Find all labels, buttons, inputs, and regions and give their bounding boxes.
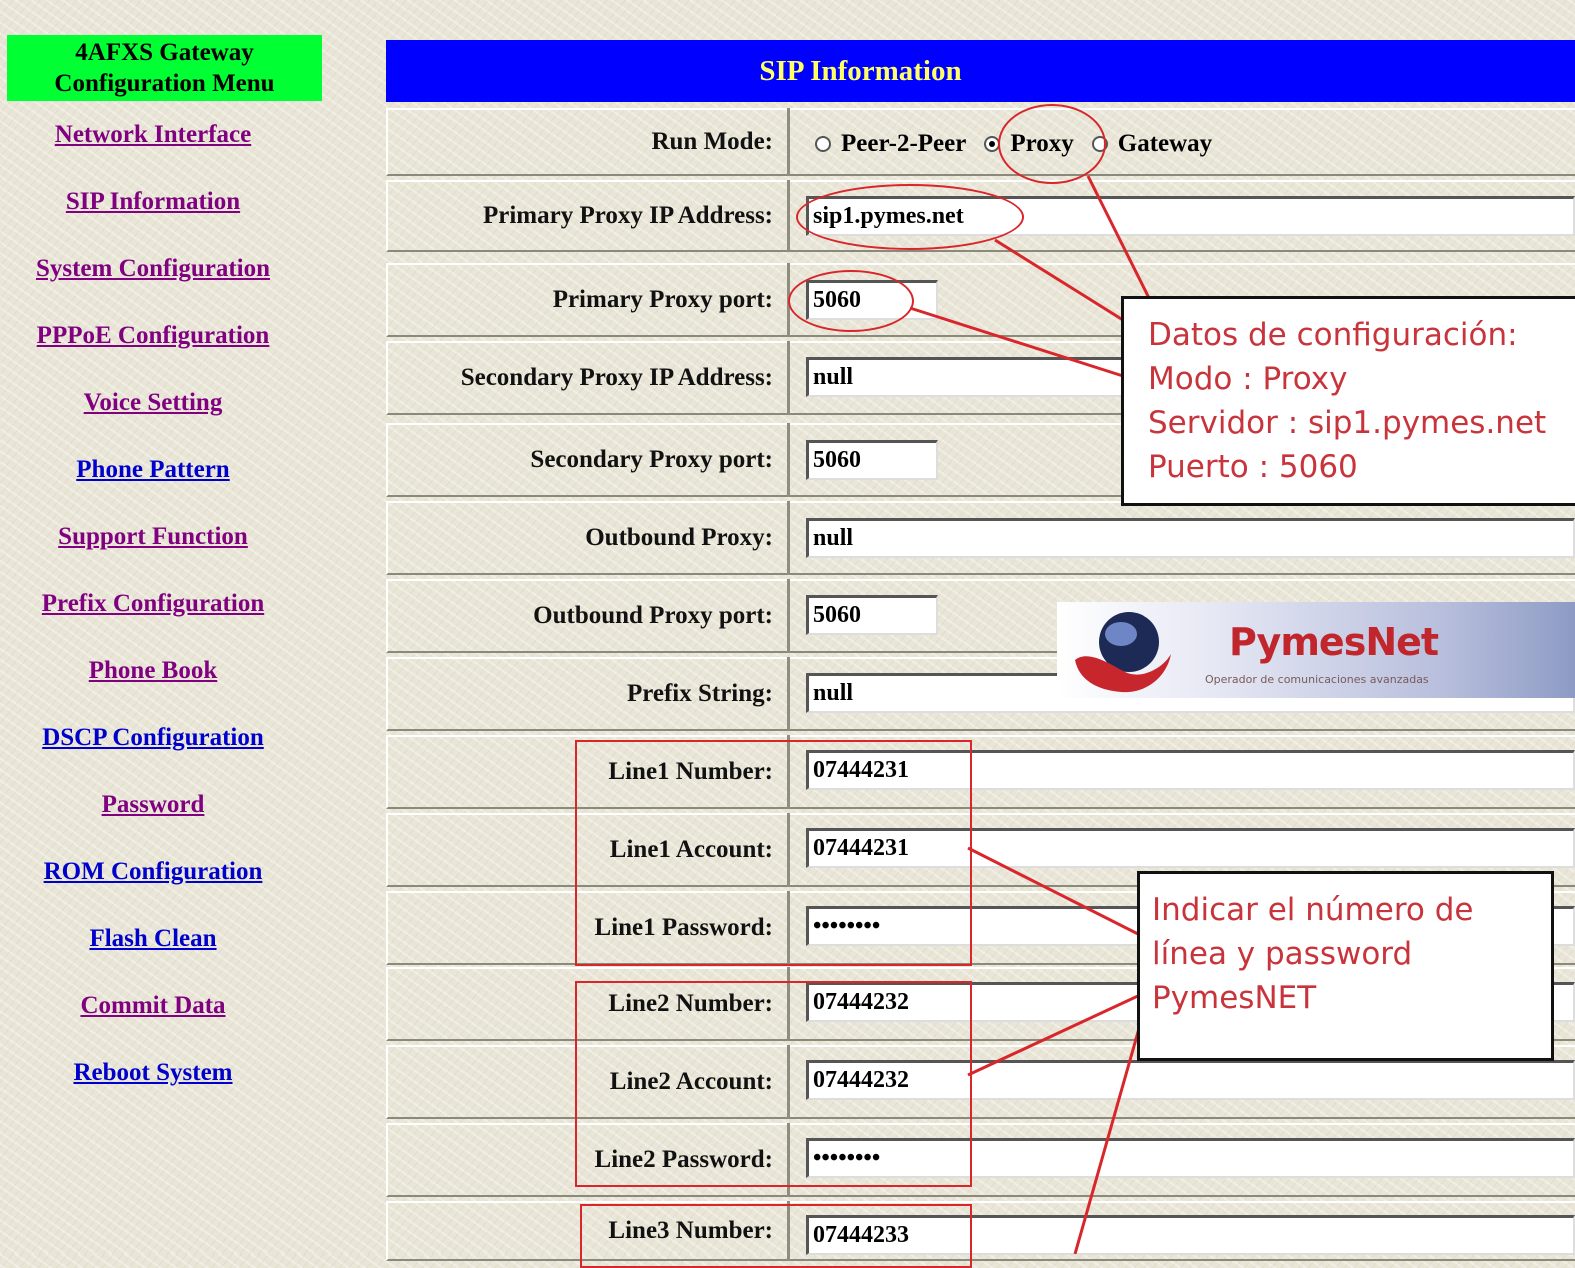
sidebar-item-password[interactable]: Password: [7, 791, 299, 819]
note-line: Modo : Proxy: [1148, 361, 1348, 397]
outbound-proxy-input[interactable]: null: [806, 518, 1575, 558]
radio-unchecked-icon[interactable]: [815, 136, 831, 152]
primary-proxy-port-label: Primary Proxy port:: [386, 263, 790, 337]
run-mode-radio-group: Peer-2-Peer Proxy Gateway: [815, 122, 1230, 166]
run-mode-option-label: Gateway: [1117, 130, 1213, 157]
primary-proxy-ip-input[interactable]: sip1.pymes.net: [806, 196, 1575, 236]
run-mode-proxy-radio[interactable]: Proxy: [984, 130, 1074, 158]
outbound-proxy-port-input[interactable]: 5060: [806, 595, 938, 635]
line-credentials-note: Indicar el número de línea y password Py…: [1137, 871, 1554, 1061]
radio-unchecked-icon[interactable]: [1091, 136, 1108, 152]
prefix-string-label: Prefix String:: [386, 657, 790, 731]
secondary-proxy-port-label: Secondary Proxy port:: [386, 423, 790, 497]
secondary-proxy-port-input[interactable]: 5060: [806, 440, 938, 480]
note-line: Puerto : 5060: [1148, 449, 1358, 485]
secondary-proxy-ip-label: Secondary Proxy IP Address:: [386, 341, 790, 415]
line2-account-input[interactable]: 07444232: [806, 1060, 1575, 1100]
run-mode-option-label: Peer-2-Peer: [841, 130, 967, 157]
line1-account-label: Line1 Account:: [386, 813, 790, 887]
logo-name: PymesNet: [1229, 620, 1439, 664]
line2-number-label: Line2 Number:: [386, 967, 790, 1041]
menu-header: 4AFXS Gateway Configuration Menu: [7, 35, 322, 101]
run-mode-label: Run Mode:: [386, 108, 790, 176]
sidebar-item-rom-configuration[interactable]: ROM Configuration: [7, 858, 299, 886]
line1-password-label: Line1 Password:: [386, 891, 790, 965]
page-title-text: SIP Information: [759, 54, 962, 87]
run-mode-option-label: Proxy: [1010, 130, 1074, 157]
logo-tagline: Operador de comunicaciones avanzadas: [1205, 673, 1429, 686]
note-line: línea y password: [1152, 936, 1413, 972]
sidebar-item-dscp-configuration[interactable]: DSCP Configuration: [7, 724, 299, 752]
sidebar-item-support-function[interactable]: Support Function: [7, 523, 299, 551]
line2-password-label: Line2 Password:: [386, 1123, 790, 1197]
line2-password-input[interactable]: ••••••••: [806, 1138, 1575, 1178]
note-line: Indicar el número de: [1152, 892, 1474, 928]
pymesnet-logo: PymesNet Operador de comunicaciones avan…: [1057, 602, 1575, 698]
line3-number-label: Line3 Number:: [386, 1201, 790, 1261]
sidebar-item-commit-data[interactable]: Commit Data: [7, 992, 299, 1020]
primary-proxy-port-input[interactable]: 5060: [806, 280, 938, 320]
sidebar-item-pppoe-configuration[interactable]: PPPoE Configuration: [7, 322, 299, 350]
note-line: Servidor : sip1.pymes.net: [1148, 405, 1547, 441]
outbound-proxy-port-label: Outbound Proxy port:: [386, 579, 790, 653]
sidebar-item-reboot-system[interactable]: Reboot System: [7, 1059, 299, 1087]
sidebar-item-voice-setting[interactable]: Voice Setting: [7, 389, 299, 417]
run-mode-gateway-radio[interactable]: Gateway: [1091, 130, 1213, 158]
sidebar-item-network-interface[interactable]: Network Interface: [7, 121, 299, 149]
sidebar-item-prefix-configuration[interactable]: Prefix Configuration: [7, 590, 299, 618]
line3-number-input[interactable]: 07444233: [806, 1215, 1575, 1255]
note-line: PymesNET: [1152, 980, 1317, 1016]
globe-hand-icon: [1075, 612, 1171, 693]
line2-account-label: Line2 Account:: [386, 1045, 790, 1119]
config-note: Datos de configuración: Modo : Proxy Ser…: [1121, 296, 1575, 506]
outbound-proxy-label: Outbound Proxy:: [386, 501, 790, 575]
page-title: SIP Information: [386, 40, 1575, 102]
note-line: Datos de configuración:: [1148, 317, 1518, 353]
sidebar-item-phone-pattern[interactable]: Phone Pattern: [7, 456, 299, 484]
sidebar-item-flash-clean[interactable]: Flash Clean: [7, 925, 299, 953]
sidebar-item-system-configuration[interactable]: System Configuration: [7, 255, 299, 283]
run-mode-peer-2-peer-radio[interactable]: Peer-2-Peer: [815, 130, 966, 158]
primary-proxy-ip-label: Primary Proxy IP Address:: [386, 180, 790, 252]
menu-header-line1: 4AFXS Gateway: [75, 39, 254, 66]
line1-number-input[interactable]: 07444231: [806, 750, 1575, 790]
line1-account-input[interactable]: 07444231: [806, 828, 1575, 868]
line1-number-label: Line1 Number:: [386, 735, 790, 809]
sidebar-item-phone-book[interactable]: Phone Book: [7, 657, 299, 685]
radio-checked-icon[interactable]: [984, 136, 1001, 152]
menu-header-line2: Configuration Menu: [54, 70, 275, 97]
sidebar-item-sip-information[interactable]: SIP Information: [7, 188, 299, 216]
